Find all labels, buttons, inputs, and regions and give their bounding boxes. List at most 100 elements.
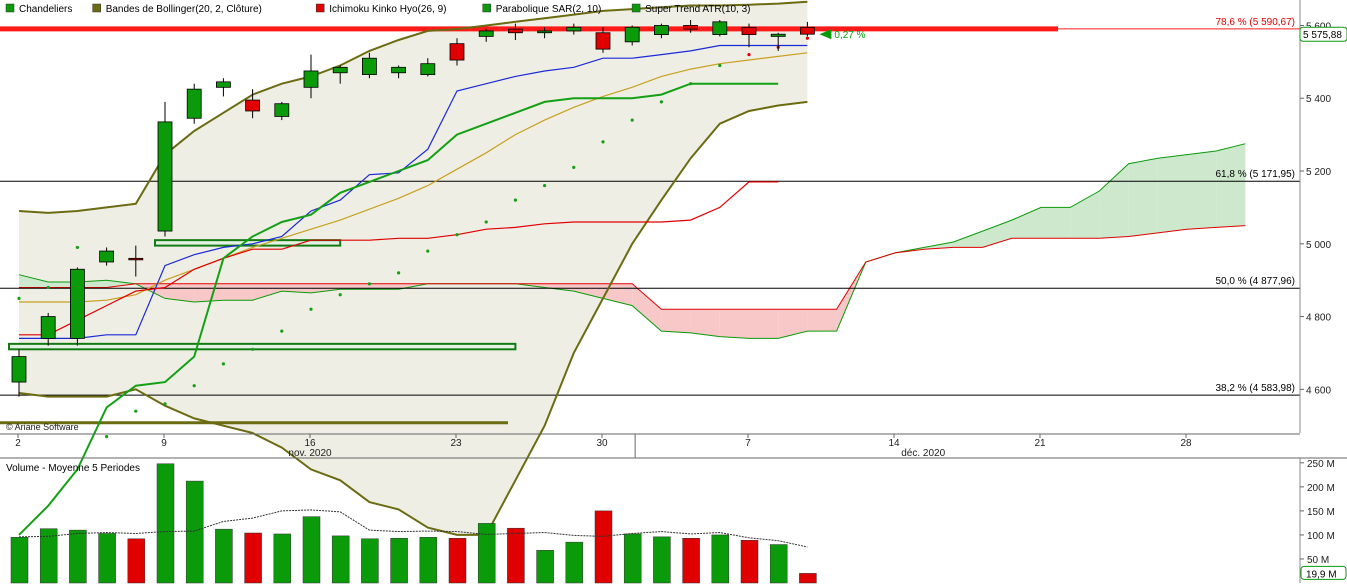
sar-dot — [572, 165, 576, 169]
sar-dot — [747, 52, 751, 57]
candle-body — [712, 21, 728, 35]
candle-body — [332, 66, 348, 74]
copyright-text: © Ariane Software — [6, 422, 79, 432]
volume-bar — [127, 538, 146, 584]
legend-label: Parabolique SAR(2, 10) — [496, 4, 602, 15]
time-tick-label: 9 — [161, 438, 167, 449]
volume-bar — [507, 527, 525, 584]
sar-dot — [309, 307, 313, 311]
fibonacci-label: 50,0 % (4 877,96) — [1216, 276, 1296, 287]
candle-body — [741, 26, 757, 35]
ichimoku-cloud-segment — [194, 283, 224, 303]
legend-label: Chandeliers — [19, 4, 72, 15]
legend-label: Bandes de Bollinger(20, 2, Clôture) — [106, 4, 262, 15]
ichimoku-cloud-segment — [690, 309, 720, 337]
sar-dot — [192, 384, 196, 388]
candle-body — [40, 316, 56, 339]
volume-tick-label: 50 M — [1307, 555, 1329, 566]
volume-bar — [156, 463, 175, 584]
volume-bar — [331, 535, 350, 584]
volume-bar — [302, 516, 321, 584]
sar-dot — [455, 233, 459, 237]
candle-body — [449, 43, 465, 61]
volume-bar — [185, 480, 204, 584]
volume-bar — [390, 538, 408, 584]
sar-dot — [397, 271, 401, 275]
candle-body — [215, 81, 231, 88]
price-tick-label: 5 200 — [1306, 167, 1331, 178]
sar-dot — [689, 82, 693, 86]
volume-bar — [10, 537, 29, 584]
fibonacci-label: 38,2 % (4 583,98) — [1216, 383, 1296, 394]
ichimoku-cloud-segment — [1157, 154, 1187, 233]
legend-label: Ichimoku Kinko Hyo(26, 9) — [329, 4, 446, 15]
ichimoku-cloud-segment — [223, 283, 253, 301]
candle-body — [186, 88, 202, 119]
volume-bar — [477, 523, 496, 584]
volume-bar — [653, 536, 671, 584]
price-tick-label: 4 600 — [1306, 385, 1331, 396]
volume-bar — [594, 510, 613, 584]
time-tick-label: 21 — [1034, 438, 1046, 449]
volume-bar — [565, 541, 584, 584]
price-tick-label: 5 400 — [1306, 94, 1331, 105]
price-tick-label: 4 800 — [1306, 313, 1331, 324]
ichimoku-cloud-segment — [661, 309, 691, 333]
legend-label: Super Trend ATR(10, 3) — [645, 4, 750, 15]
change-percent-label: 0,27 % — [834, 30, 865, 41]
current-price-label: 5 575,88 — [1303, 30, 1342, 41]
candle-body — [128, 257, 144, 261]
volume-bar — [273, 533, 292, 584]
legend-swatch — [92, 3, 101, 13]
ichimoku-cloud-segment — [1041, 207, 1071, 239]
candle-body — [70, 268, 85, 339]
fibonacci-label: 78,6 % (5 590,67) — [1216, 17, 1296, 28]
sar-dot — [75, 245, 79, 250]
volume-tick-label: 200 M — [1307, 483, 1335, 494]
sar-dot — [718, 63, 722, 68]
zone-rectangle — [8, 342, 517, 351]
sar-dot — [221, 362, 225, 366]
candle-body — [274, 103, 290, 117]
sar-dot — [630, 118, 634, 122]
sar-dot — [601, 140, 605, 144]
volume-bar — [39, 528, 58, 584]
volume-tick-label: 150 M — [1307, 507, 1335, 518]
candle-body — [537, 30, 552, 34]
volume-bar — [623, 533, 642, 584]
volume-tick-label: 250 M — [1307, 459, 1335, 470]
sar-dot — [484, 220, 488, 224]
ichimoku-cloud-segment — [719, 309, 749, 339]
volume-bar — [799, 573, 817, 584]
ichimoku-cloud-segment — [749, 309, 779, 339]
volume-bar — [740, 539, 759, 584]
volume-bar — [215, 528, 233, 584]
sar-dot — [659, 100, 664, 104]
candle-body — [303, 70, 319, 88]
candle-body — [245, 99, 261, 112]
sar-dot — [280, 329, 284, 333]
sar-dot — [17, 296, 21, 300]
candle-body — [507, 28, 523, 34]
volume-bar — [682, 538, 700, 584]
sar-dot — [251, 347, 255, 351]
candle-body — [654, 25, 669, 35]
time-tick-label: 2 — [15, 438, 21, 449]
legend-swatch — [482, 3, 491, 13]
legend-swatch — [631, 3, 641, 13]
candle-body — [478, 30, 494, 37]
volume-bar — [769, 544, 788, 584]
legend-swatch — [315, 3, 325, 13]
candle-body — [770, 33, 786, 37]
candle-body — [595, 32, 611, 50]
legend-swatch — [5, 3, 15, 13]
candle-body — [157, 121, 173, 232]
volume-tick-label: 100 M — [1307, 531, 1335, 542]
sar-dot — [426, 249, 430, 253]
sar-dot — [543, 183, 547, 188]
ichimoku-cloud-segment — [807, 309, 837, 332]
candle-body — [11, 356, 27, 383]
price-tick-label: 5 000 — [1306, 240, 1331, 251]
sar-dot — [134, 409, 138, 413]
volume-bar — [536, 550, 554, 584]
